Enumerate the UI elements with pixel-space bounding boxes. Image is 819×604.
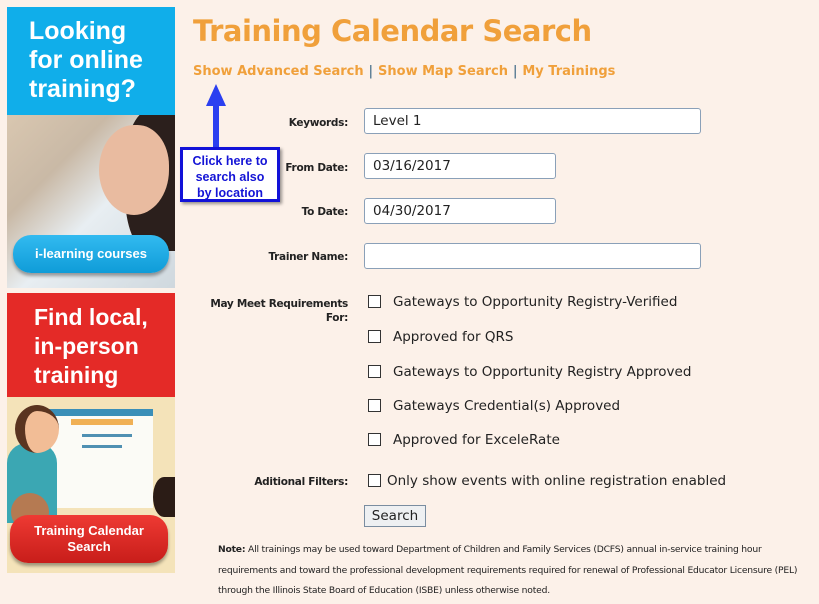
link-separator: | (368, 64, 374, 79)
show-advanced-search-link[interactable]: Show Advanced Search (193, 64, 364, 79)
training-calendar-search-button[interactable]: Training Calendar Search (10, 515, 168, 563)
trainer-name-label: Trainer Name: (268, 251, 348, 263)
requirements-label-line: May Meet Requirements (210, 298, 348, 310)
to-date-input[interactable] (364, 198, 556, 224)
whiteboard-bar (82, 434, 132, 437)
requirements-label-line: For: (325, 312, 348, 324)
local-training-banner[interactable]: Find local, in-person training Training … (7, 293, 175, 573)
online-heading-line: training? (29, 75, 136, 103)
checkbox-gor-verified[interactable] (368, 295, 381, 308)
note-prefix: Note: (218, 544, 246, 555)
search-mode-links: Show Advanced Search | Show Map Search | My … (193, 64, 615, 79)
checkbox-label: Gateways Credential(s) Approved (393, 398, 621, 414)
local-heading-line: in-person (34, 333, 139, 359)
local-heading-line: training (34, 362, 119, 388)
checkbox-online-registration[interactable] (368, 474, 381, 487)
callout-line: search also (195, 170, 265, 184)
requirements-label: May Meet Requirements For: (210, 297, 348, 325)
my-trainings-link[interactable]: My Trainings (522, 64, 615, 79)
arrow-shaft (213, 104, 219, 148)
checkbox-credentials-approved[interactable] (368, 399, 381, 412)
note-text: All trainings may be used toward Departm… (218, 544, 798, 596)
checkbox-label: Only show events with online registratio… (387, 473, 727, 489)
checkbox-approved-qrs[interactable] (368, 330, 381, 343)
checkbox-label: Gateways to Opportunity Registry-Verifie… (393, 294, 678, 310)
student-figure (153, 477, 175, 517)
online-banner-heading: Looking for online training? (7, 7, 175, 115)
link-separator: | (512, 64, 518, 79)
keywords-input[interactable] (364, 108, 701, 134)
licensure-note: Note: All trainings may be used toward D… (218, 540, 808, 602)
online-heading-line: Looking (29, 17, 127, 45)
callout-line: by location (197, 186, 263, 200)
from-date-label: From Date: (285, 162, 348, 174)
whiteboard-bar (71, 419, 133, 425)
arrow-up-icon (206, 84, 226, 106)
checkbox-label: Approved for ExceleRate (393, 432, 560, 448)
show-map-search-link[interactable]: Show Map Search (378, 64, 508, 79)
search-button[interactable]: Search (364, 505, 426, 527)
teacher-head (15, 405, 59, 453)
button-line: Search (67, 539, 111, 554)
whiteboard-bar (82, 445, 122, 448)
local-banner-heading: Find local, in-person training (7, 293, 175, 397)
local-heading-line: Find local, (34, 304, 148, 330)
button-line: Training Calendar (34, 523, 144, 538)
checkbox-gor-approved[interactable] (368, 365, 381, 378)
page-title: Training Calendar Search (193, 14, 592, 48)
to-date-label: To Date: (301, 206, 349, 218)
trainer-name-input[interactable] (364, 243, 701, 269)
checkbox-label: Approved for QRS (393, 329, 514, 345)
from-date-input[interactable] (364, 153, 556, 179)
location-search-callout: Click here to search also by location (180, 147, 280, 202)
online-heading-line: for online (29, 46, 143, 74)
callout-line: Click here to (192, 154, 268, 168)
online-training-banner[interactable]: Looking for online training? i-learning … (7, 7, 175, 288)
i-learning-courses-button[interactable]: i-learning courses (13, 235, 169, 273)
checkbox-label: Gateways to Opportunity Registry Approve… (393, 364, 692, 380)
photo-face (99, 125, 169, 215)
checkbox-excelerate[interactable] (368, 433, 381, 446)
additional-filters-label: Aditional Filters: (254, 476, 348, 488)
keywords-label: Keywords: (288, 117, 349, 129)
